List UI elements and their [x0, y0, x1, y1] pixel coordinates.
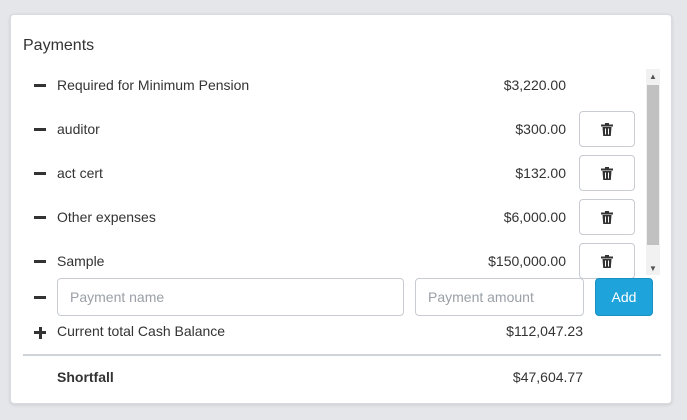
minus-icon	[34, 172, 46, 175]
payment-amount: $150,000.00	[488, 253, 566, 269]
minus-icon	[34, 216, 46, 219]
minus-icon	[34, 296, 46, 299]
cash-balance-amount: $112,047.23	[506, 323, 583, 339]
payment-amount: $6,000.00	[503, 209, 566, 225]
trash-icon	[601, 166, 613, 180]
trash-icon	[601, 254, 613, 268]
payment-amount: $132.00	[515, 165, 566, 181]
cash-balance-label: Current total Cash Balance	[57, 323, 226, 339]
delete-payment-button[interactable]	[579, 199, 635, 235]
payment-label: Required for Minimum Pension	[57, 77, 250, 93]
payments-list[interactable]: Required for Minimum Pension $3,220.00 a…	[11, 69, 673, 287]
payment-amount: $3,220.00	[503, 77, 566, 93]
payment-row: Required for Minimum Pension $3,220.00	[11, 69, 651, 113]
divider	[23, 354, 661, 356]
scroll-down-arrow-icon[interactable]: ▼	[646, 261, 660, 275]
shortfall-label: Shortfall	[57, 369, 114, 385]
payment-label: Other expenses	[57, 209, 156, 225]
minus-icon	[34, 260, 46, 263]
minus-icon	[34, 84, 46, 87]
payments-panel: Payments Required for Minimum Pension $3…	[10, 14, 672, 404]
payment-label: auditor	[57, 121, 100, 137]
trash-icon	[601, 122, 613, 136]
payment-row: Other expenses $6,000.00	[11, 199, 651, 245]
payments-scrollbar[interactable]: ▲ ▼	[646, 69, 660, 275]
payment-label: act cert	[57, 165, 103, 181]
payment-row: act cert $132.00	[11, 155, 651, 201]
panel-title: Payments	[23, 37, 95, 54]
shortfall-amount: $47,604.77	[512, 369, 583, 385]
delete-payment-button[interactable]	[579, 243, 635, 279]
add-payment-button[interactable]: Add	[595, 278, 653, 316]
scroll-up-arrow-icon[interactable]: ▲	[646, 69, 660, 83]
delete-payment-button[interactable]	[579, 111, 635, 147]
payment-row: auditor $300.00	[11, 111, 651, 157]
trash-icon	[601, 210, 613, 224]
payment-label: Sample	[57, 253, 105, 269]
payment-amount-input[interactable]	[415, 278, 584, 316]
payment-name-input[interactable]	[57, 278, 404, 316]
minus-icon	[34, 128, 46, 131]
delete-payment-button[interactable]	[579, 155, 635, 191]
scrollbar-thumb[interactable]	[647, 85, 659, 245]
payment-amount: $300.00	[515, 121, 566, 137]
plus-icon-vertical	[38, 326, 42, 339]
